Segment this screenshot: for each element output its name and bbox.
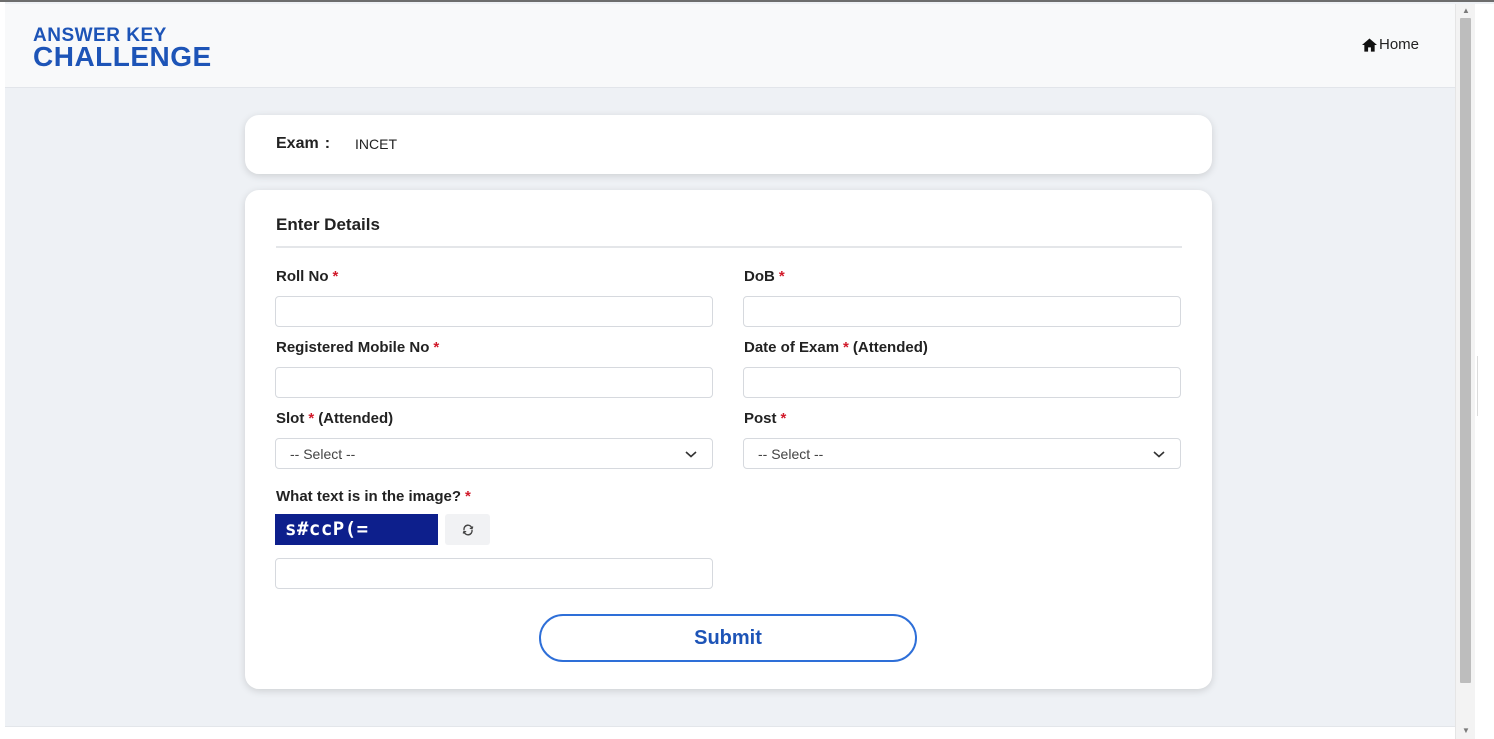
post-label-text: Post bbox=[744, 410, 777, 427]
roll-no-input[interactable] bbox=[275, 296, 713, 327]
exam-label: Exam: bbox=[276, 135, 330, 153]
required-marker: * bbox=[778, 268, 785, 285]
refresh-icon bbox=[462, 524, 473, 535]
browser-viewport: ANSWER KEY CHALLENGE Home Exam: INCET En… bbox=[0, 0, 1494, 739]
vertical-scrollbar[interactable]: ▲ ▼ bbox=[1455, 4, 1475, 739]
slot-suffix: (Attended) bbox=[318, 410, 394, 427]
chevron-down-icon bbox=[1153, 450, 1165, 458]
captcha-label-text: What text is in the image? bbox=[276, 488, 462, 505]
mobile-label-text: Registered Mobile No bbox=[276, 339, 430, 356]
logo-line-2: CHALLENGE bbox=[33, 41, 212, 72]
scroll-down-arrow-icon[interactable]: ▼ bbox=[1456, 726, 1476, 738]
required-marker: * bbox=[332, 268, 339, 285]
required-marker: * bbox=[843, 339, 849, 356]
exam-card: Exam: INCET bbox=[245, 115, 1212, 174]
edge-divider bbox=[1477, 356, 1489, 416]
mobile-input[interactable] bbox=[275, 367, 713, 398]
dob-label: DoB * bbox=[744, 268, 785, 285]
window-edge bbox=[0, 2, 5, 739]
chevron-down-icon bbox=[685, 450, 697, 458]
slot-selected-value: -- Select -- bbox=[290, 445, 356, 462]
page-footer bbox=[5, 726, 1455, 739]
title-divider bbox=[276, 246, 1182, 248]
roll-no-label: Roll No * bbox=[276, 268, 338, 285]
dob-input[interactable] bbox=[743, 296, 1181, 327]
captcha-image: s#ccP(= bbox=[275, 514, 438, 545]
details-form-card: Enter Details Roll No * DoB * Registered M… bbox=[245, 190, 1212, 689]
exam-label-colon: : bbox=[324, 135, 331, 152]
mobile-label: Registered Mobile No * bbox=[276, 339, 439, 356]
window-right-edge bbox=[1475, 4, 1494, 739]
slot-label-text: Slot bbox=[276, 410, 305, 427]
roll-no-label-text: Roll No bbox=[276, 268, 329, 285]
submit-button[interactable]: Submit bbox=[539, 614, 917, 662]
slot-label: Slot * (Attended) bbox=[276, 410, 393, 427]
home-link-label: Home bbox=[1378, 36, 1419, 53]
required-marker: * bbox=[780, 410, 787, 427]
post-select[interactable]: -- Select -- bbox=[743, 438, 1181, 469]
site-logo[interactable]: ANSWER KEY CHALLENGE bbox=[33, 26, 212, 71]
scroll-up-arrow-icon[interactable]: ▲ bbox=[1456, 6, 1476, 18]
exam-date-suffix: (Attended) bbox=[852, 339, 928, 356]
home-icon bbox=[1361, 37, 1377, 52]
form-title: Enter Details bbox=[276, 215, 380, 234]
site-header: ANSWER KEY CHALLENGE Home bbox=[5, 4, 1455, 88]
post-label: Post * bbox=[744, 410, 786, 427]
required-marker: * bbox=[433, 339, 440, 356]
exam-label-text: Exam bbox=[276, 135, 319, 152]
exam-date-input[interactable] bbox=[743, 367, 1181, 398]
slot-select[interactable]: -- Select -- bbox=[275, 438, 713, 469]
exam-date-label-text: Date of Exam bbox=[744, 339, 840, 356]
scroll-thumb[interactable] bbox=[1460, 18, 1471, 683]
required-marker: * bbox=[465, 488, 471, 505]
captcha-label: What text is in the image? * bbox=[276, 488, 471, 505]
required-marker: * bbox=[308, 410, 315, 427]
captcha-input[interactable] bbox=[275, 558, 713, 589]
exam-date-label: Date of Exam * (Attended) bbox=[744, 339, 928, 356]
home-link[interactable]: Home bbox=[1361, 36, 1419, 53]
post-selected-value: -- Select -- bbox=[758, 445, 824, 462]
captcha-refresh-button[interactable] bbox=[445, 514, 490, 545]
dob-label-text: DoB bbox=[744, 268, 775, 285]
exam-value: INCET bbox=[355, 136, 397, 152]
